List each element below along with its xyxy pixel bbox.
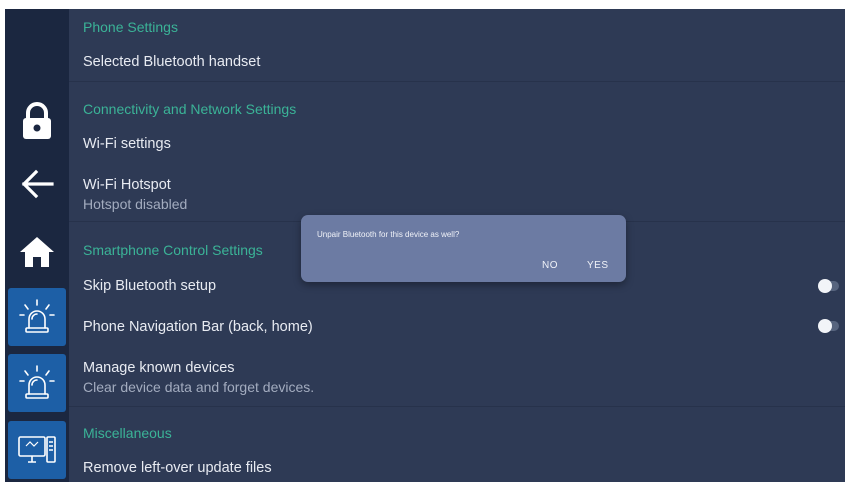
- back-button[interactable]: [8, 155, 66, 213]
- skip-bluetooth-toggle[interactable]: [818, 279, 839, 293]
- item-title: Manage known devices: [83, 360, 235, 376]
- item-subtitle: Hotspot disabled: [83, 196, 188, 212]
- remove-update-files-item[interactable]: Remove left-over update files: [83, 460, 845, 476]
- toggle-knob: [818, 279, 832, 293]
- home-button[interactable]: [8, 223, 66, 281]
- siren-icon: [19, 365, 55, 399]
- lock-button[interactable]: [8, 92, 66, 150]
- yes-button[interactable]: YES: [587, 260, 609, 271]
- item-title: Phone Navigation Bar (back, home): [83, 319, 313, 335]
- back-arrow-icon: [21, 169, 54, 199]
- lock-icon: [23, 102, 51, 139]
- phone-navigation-bar-item[interactable]: Phone Navigation Bar (back, home): [83, 319, 845, 335]
- section-header-misc: Miscellaneous: [83, 425, 172, 441]
- item-title: Wi-Fi settings: [83, 136, 171, 152]
- home-icon: [20, 237, 54, 267]
- wifi-settings-item[interactable]: Wi-Fi settings: [83, 136, 845, 152]
- divider: [69, 406, 845, 407]
- section-header-smartphone: Smartphone Control Settings: [83, 242, 263, 258]
- siren-icon: [19, 299, 55, 333]
- phone-navigation-bar-toggle[interactable]: [818, 319, 839, 333]
- wifi-hotspot-item[interactable]: Wi-Fi Hotspot Hotspot disabled: [83, 177, 845, 212]
- item-title: Wi-Fi Hotspot: [83, 177, 171, 193]
- computer-icon: [18, 436, 56, 463]
- toggle-knob: [818, 319, 832, 333]
- no-button[interactable]: NO: [542, 260, 558, 271]
- screen-mirror-button[interactable]: [8, 421, 66, 479]
- manage-known-devices-item[interactable]: Manage known devices Clear device data a…: [83, 360, 845, 395]
- settings-screen: Phone Settings Selected Bluetooth handse…: [5, 9, 845, 482]
- sidebar: [5, 9, 69, 482]
- emergency-button-1[interactable]: [8, 288, 66, 346]
- emergency-button-2[interactable]: [8, 354, 66, 412]
- section-header-phone: Phone Settings: [83, 19, 178, 35]
- item-subtitle: Clear device data and forget devices.: [83, 379, 315, 395]
- item-title: Remove left-over update files: [83, 460, 272, 476]
- dialog-message: Unpair Bluetooth for this device as well…: [317, 230, 460, 239]
- section-header-connectivity: Connectivity and Network Settings: [83, 101, 297, 117]
- divider: [69, 81, 845, 82]
- item-title: Selected Bluetooth handset: [83, 54, 261, 70]
- bluetooth-handset-item[interactable]: Selected Bluetooth handset: [83, 54, 845, 70]
- unpair-dialog: Unpair Bluetooth for this device as well…: [301, 215, 626, 282]
